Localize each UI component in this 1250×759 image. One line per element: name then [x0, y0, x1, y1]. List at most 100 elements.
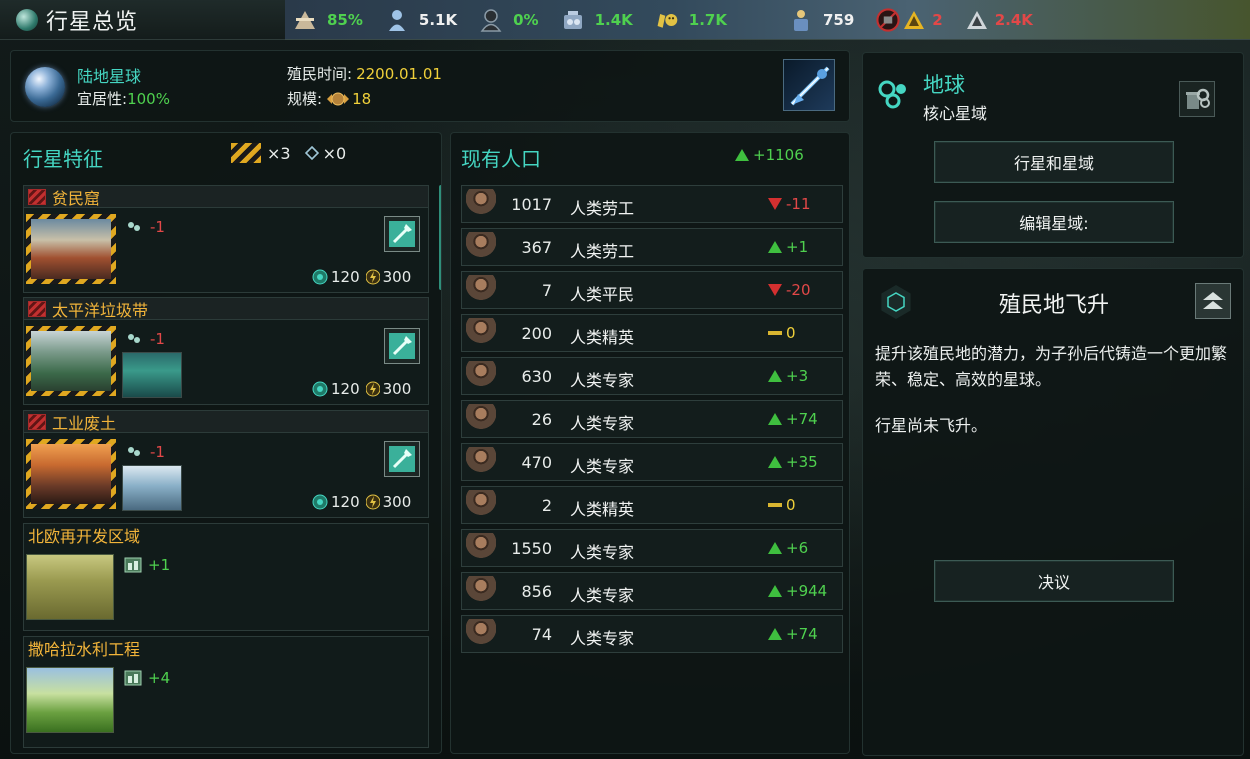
trait-card-nordic-redevelopment[interactable]: 北欧再开发区域 +1 [23, 523, 429, 631]
planet-traits-panel: 行星特征 ×3 ×0 贫民窟 -1 120 300 太平洋垃圾带 -1 120 … [10, 132, 442, 754]
amenities-icon [655, 8, 679, 32]
trend-flat-icon [768, 331, 782, 335]
clear-blocker-button[interactable] [384, 441, 420, 477]
trend-flat-icon [768, 503, 782, 507]
housing-small-icon [126, 332, 142, 346]
sector-icon [877, 79, 911, 113]
energy-bolt-icon [365, 269, 380, 285]
colony-ascension-panel: 殖民地飞升 提升该殖民地的潜力，为子孙后代铸造一个更加繁荣、稳定、高效的星球。 … [862, 268, 1244, 756]
pop-portrait-icon [466, 447, 496, 477]
double-chevron-up-icon [1203, 292, 1223, 309]
energy-credits-icon [312, 381, 328, 397]
trend-up-icon [768, 585, 782, 597]
pop-portrait-icon [466, 533, 496, 563]
traits-scrollbar[interactable] [439, 185, 441, 290]
traits-counts: ×3 ×0 [231, 143, 346, 163]
ship-portrait-button[interactable] [783, 59, 835, 111]
trait-effect: +4 [124, 669, 170, 687]
edit-sector-button[interactable]: 编辑星域: [934, 201, 1174, 243]
pop-row[interactable]: 26 人类专家 +74 [461, 400, 843, 438]
pop-portrait-icon [466, 275, 496, 305]
resource-bar: 85% 5.1K 0% 1.4K 1.7K 759 2 2.4K [285, 0, 1250, 40]
pop-row[interactable]: 2 人类精英 0 [461, 486, 843, 524]
resource-unemployment[interactable]: 0% [479, 8, 539, 32]
resource-building-slots[interactable]: 2.4K [965, 8, 1033, 32]
building-slots-icon [965, 8, 989, 32]
pop-portrait-icon [466, 361, 496, 391]
window-title: 行星总览 [46, 9, 139, 35]
housing-icon [789, 8, 813, 32]
resource-housing[interactable]: 759 [789, 8, 854, 32]
trait-image [26, 439, 116, 509]
trait-card-pacific-garbage[interactable]: 太平洋垃圾带 -1 120 300 [23, 297, 429, 405]
trend-down-icon [768, 284, 782, 296]
pop-portrait-icon [466, 404, 496, 434]
planet-globe-icon [16, 8, 38, 31]
housing-small-icon [126, 220, 142, 234]
resource-population[interactable]: 5.1K [385, 8, 457, 32]
pop-row[interactable]: 367 人类劳工 +1 [461, 228, 843, 266]
stability-icon [293, 8, 317, 32]
trait-image [26, 554, 114, 620]
housing-small-icon [126, 445, 142, 459]
blocker-icon [231, 143, 261, 163]
trend-up-icon [768, 456, 782, 468]
resource-crime[interactable]: 2 [876, 7, 943, 32]
resource-minerals[interactable]: 1.4K [561, 8, 633, 32]
pop-row[interactable]: 1550 人类专家 +6 [461, 529, 843, 567]
colonized-date: 殖民时间: 2200.01.01 [287, 65, 442, 83]
resource-stability[interactable]: 85% [293, 8, 363, 32]
trait-image [26, 667, 114, 733]
trait-card-slums[interactable]: 贫民窟 -1 120 300 [23, 185, 429, 293]
planet-info-panel: 陆地星球 宜居性:100% 殖民时间: 2200.01.01 规模: 18 [10, 50, 850, 122]
energy-credits-icon [312, 269, 328, 285]
warning-triangle-icon [902, 8, 926, 32]
population-growth: +1106 [735, 146, 804, 164]
population-title: 现有人口 [461, 147, 541, 171]
blocker-flag-icon [28, 188, 46, 205]
clear-blocker-button[interactable] [384, 216, 420, 252]
planet-type: 陆地星球 [77, 67, 142, 86]
sector-subtitle: 核心星域 [923, 104, 988, 123]
trait-card-industrial-wasteland[interactable]: 工业废土 -1 120 300 [23, 410, 429, 518]
pop-row[interactable]: 630 人类专家 +3 [461, 357, 843, 395]
energy-credits-icon [312, 494, 328, 510]
ascension-status: 行星尚未飞升。 [875, 416, 988, 435]
ascension-description: 提升该殖民地的潜力，为子孙后代铸造一个更加繁荣、稳定、高效的星球。 [875, 344, 1228, 389]
pop-portrait-icon [466, 232, 496, 262]
feature-diamond-icon [304, 146, 319, 160]
ascend-button[interactable] [1195, 283, 1231, 319]
pop-row[interactable]: 856 人类专家 +944 [461, 572, 843, 610]
growth-up-icon [735, 149, 749, 161]
clear-cost: 120 300 [312, 268, 411, 286]
clear-cost: 120 300 [312, 493, 411, 511]
pop-row[interactable]: 200 人类精英 0 [461, 314, 843, 352]
crime-icon [876, 7, 900, 32]
energy-bolt-icon [365, 381, 380, 397]
trend-up-icon [768, 628, 782, 640]
planet-size: 规模: 18 [287, 89, 372, 109]
trait-effect: -1 [126, 443, 165, 461]
trash-gear-icon [1186, 88, 1210, 109]
planet-size-icon [326, 91, 350, 107]
pop-row[interactable]: 1017 人类劳工 -11 [461, 185, 843, 223]
clear-blocker-button[interactable] [384, 328, 420, 364]
trend-up-icon [768, 241, 782, 253]
trait-sub-image [122, 352, 182, 398]
trait-sub-image [122, 465, 182, 511]
pop-row[interactable]: 470 人类专家 +35 [461, 443, 843, 481]
trend-up-icon [768, 542, 782, 554]
resource-amenities[interactable]: 1.7K [655, 8, 727, 32]
trait-card-sahara-irrigation[interactable]: 撒哈拉水利工程 +4 [23, 636, 429, 748]
pop-portrait-icon [466, 318, 496, 348]
traits-title: 行星特征 [23, 147, 103, 171]
resolution-button[interactable]: 决议 [934, 560, 1174, 602]
pop-row[interactable]: 74 人类专家 +74 [461, 615, 843, 653]
sector-settings-button[interactable] [1179, 81, 1215, 117]
trend-down-icon [768, 198, 782, 210]
pop-portrait-icon [466, 490, 496, 520]
trait-effect: -1 [126, 330, 165, 348]
district-icon [124, 557, 142, 573]
planets-and-sectors-button[interactable]: 行星和星域 [934, 141, 1174, 183]
pop-row[interactable]: 7 人类平民 -20 [461, 271, 843, 309]
